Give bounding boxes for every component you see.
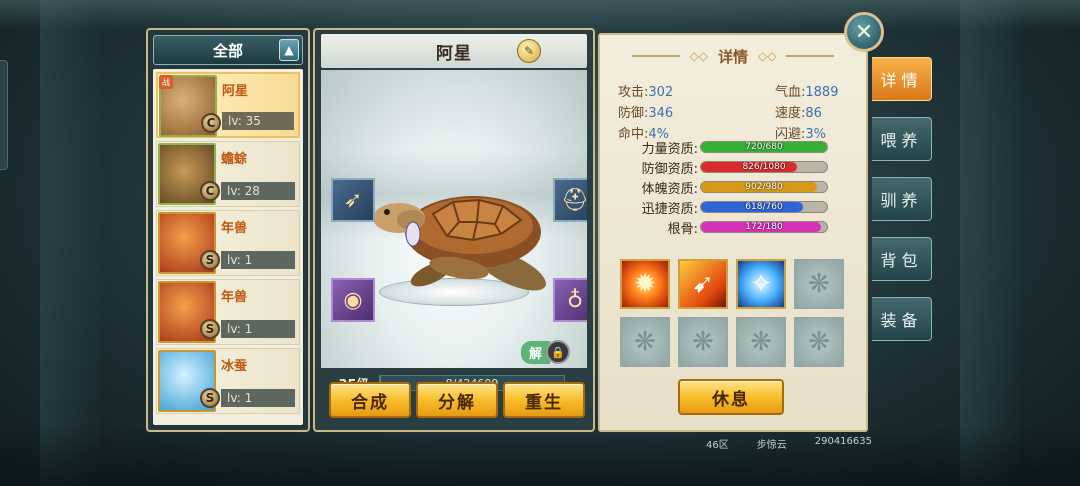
stat-attack: 攻击:302 — [618, 85, 674, 100]
pet-name: 年兽 — [221, 290, 248, 305]
decompose-button[interactable]: 分解 — [416, 382, 498, 418]
background-arch — [0, 0, 1080, 30]
action-buttons: 合成 分解 重生 — [329, 382, 585, 422]
tab-feed[interactable]: 喂养 — [872, 117, 932, 161]
skill-slot-empty[interactable]: ❋ — [794, 259, 844, 309]
pet-showcase-panel: 阿星 ✎ ➶ ⛑ ◉ ♁ 解 🔒 合成 分解 重生 — [313, 28, 595, 432]
aptitude-bone: 根骨: 172/180 — [618, 217, 838, 237]
turtle-model — [361, 162, 561, 312]
filter-label: 全部 — [212, 41, 243, 60]
pet-item-ice-silkworm[interactable]: S 冰蚕 lv: 1 — [156, 348, 300, 414]
server-label: 46区 — [706, 440, 729, 451]
pet-name: 蟾蜍 — [221, 152, 248, 167]
pet-level: lv: 28 — [221, 182, 295, 200]
stat-defense: 防御:346 — [618, 106, 674, 121]
diamond-icon: ◇◇ — [758, 49, 777, 63]
pet-avatar-turtle: 战 C — [159, 75, 221, 137]
pet-level: lv: 1 — [221, 389, 295, 407]
player-id: 290416635 — [814, 436, 872, 447]
equip-slot-helmet[interactable]: ⛑ — [553, 178, 587, 222]
background-pillar — [40, 0, 100, 486]
grade-badge: C — [201, 113, 221, 133]
rebirth-button[interactable]: 重生 — [503, 382, 585, 418]
rest-button[interactable]: 休息 — [678, 379, 784, 415]
pet-item-axing[interactable]: 战 C 阿星 lv: 35 — [156, 72, 300, 138]
side-tabs: 详情 喂养 驯养 背包 装备 — [872, 57, 934, 357]
unlock-toggle[interactable]: 解 🔒 — [521, 340, 575, 364]
tab-equipment[interactable]: 装备 — [872, 297, 932, 341]
aptitude-defense: 防御资质: 826/1080 — [618, 157, 838, 177]
pet-item-nian-2[interactable]: S 年兽 lv: 1 — [156, 279, 300, 345]
pet-level: lv: 1 — [221, 320, 295, 338]
filter-dropdown[interactable]: 全部 ▲ — [153, 35, 303, 65]
background-floor — [0, 426, 1080, 486]
background-pillar — [960, 0, 1020, 486]
skill-slot-empty[interactable]: ❋ — [794, 317, 844, 367]
pet-name: 年兽 — [221, 221, 248, 236]
pet-name: 阿星 — [222, 84, 249, 99]
edge-tab[interactable] — [0, 60, 8, 170]
footer: 46区 步惊云 290416635 — [706, 436, 872, 451]
diamond-icon: ◇◇ — [689, 49, 708, 63]
pet-avatar-nian: S — [158, 212, 220, 274]
pet-avatar-toad: C — [158, 143, 220, 205]
stat-speed: 速度:86 — [775, 106, 822, 121]
skill-grid: ✹ ➹ ✧ ❋ ❋ ❋ ❋ ❋ — [620, 259, 850, 367]
equip-slot-branch[interactable]: ➶ — [331, 178, 375, 222]
pet-avatar-ice-silkworm: S — [158, 350, 220, 412]
lock-icon: 🔒 — [546, 340, 571, 364]
pet-level: lv: 1 — [221, 251, 295, 269]
details-title: 详情 — [717, 47, 748, 66]
header-ornament — [786, 55, 835, 57]
aptitude-list: 力量资质: 720/680 防御资质: 826/1080 体魄资质: 902/9… — [618, 137, 838, 237]
aptitude-strength: 力量资质: 720/680 — [618, 137, 838, 157]
aptitude-physique: 体魄资质: 902/980 — [618, 177, 838, 197]
tab-bag[interactable]: 背包 — [872, 237, 932, 281]
pet-avatar-nian: S — [158, 281, 220, 343]
rename-icon[interactable]: ✎ — [517, 39, 541, 63]
equip-slot-shield[interactable]: ◉ — [331, 278, 375, 322]
skill-flame-strike-icon[interactable]: ➹ — [678, 259, 728, 309]
pet-title: 阿星 — [436, 43, 472, 64]
details-panel: ◇◇ 详情 ◇◇ 攻击:302 气血:1889 防御:346 速度:86 命中:… — [598, 33, 868, 432]
aptitude-agility: 迅捷资质: 618/760 — [618, 197, 838, 217]
skill-ice-shatter-icon[interactable]: ✧ — [736, 259, 786, 309]
battle-tag: 战 — [159, 75, 173, 89]
close-icon[interactable]: ✕ — [844, 12, 884, 52]
pet-stage: ➶ ⛑ ◉ ♁ 解 🔒 — [321, 70, 587, 368]
grade-badge: S — [200, 250, 220, 270]
stat-hp: 气血:1889 — [775, 85, 839, 100]
tab-train[interactable]: 驯养 — [872, 177, 932, 221]
grade-badge: S — [200, 319, 220, 339]
tab-details[interactable]: 详情 — [872, 57, 932, 101]
grade-badge: S — [200, 388, 220, 408]
skill-slot-empty[interactable]: ❋ — [678, 317, 728, 367]
equip-slot-necklace[interactable]: ♁ — [553, 278, 587, 322]
pet-name: 冰蚕 — [221, 359, 248, 374]
skill-fire-ring-icon[interactable]: ✹ — [620, 259, 670, 309]
pet-list-panel: 全部 ▲ 战 C 阿星 lv: 35 C 蟾蜍 lv: 28 S 年兽 lv: … — [146, 28, 310, 432]
player-name: 步惊云 — [756, 440, 787, 451]
grade-badge: C — [200, 181, 220, 201]
pet-list[interactable]: 战 C 阿星 lv: 35 C 蟾蜍 lv: 28 S 年兽 lv: 1 S 年… — [153, 69, 303, 425]
pet-title-bar: 阿星 ✎ — [321, 34, 587, 68]
collapse-icon[interactable]: ▲ — [279, 39, 299, 61]
pet-level: lv: 35 — [222, 112, 294, 130]
header-ornament — [631, 55, 680, 57]
details-header: ◇◇ 详情 ◇◇ — [600, 45, 866, 67]
pet-item-toad[interactable]: C 蟾蜍 lv: 28 — [156, 141, 300, 207]
pet-item-nian-1[interactable]: S 年兽 lv: 1 — [156, 210, 300, 276]
skill-slot-empty[interactable]: ❋ — [620, 317, 670, 367]
skill-slot-empty[interactable]: ❋ — [736, 317, 786, 367]
synthesize-button[interactable]: 合成 — [329, 382, 411, 418]
stats-grid: 攻击:302 气血:1889 防御:346 速度:86 命中:4% 闪避:3% — [618, 81, 848, 142]
